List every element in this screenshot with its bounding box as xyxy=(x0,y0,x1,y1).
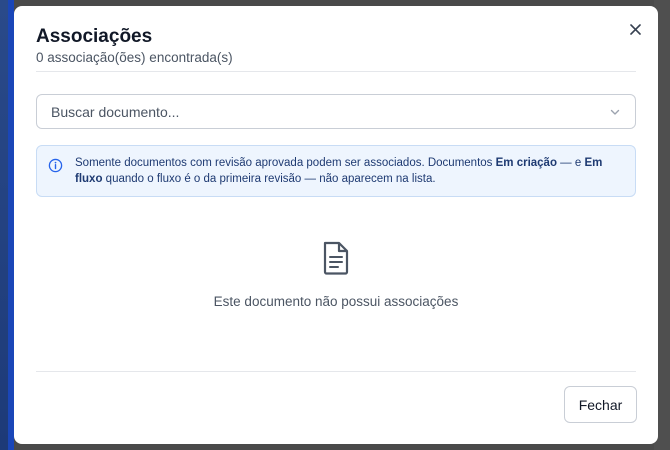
associations-modal: Associações 0 associação(ões) encontrada… xyxy=(14,6,658,444)
empty-state: Este documento não possui associações xyxy=(36,240,636,309)
document-search-select[interactable]: Buscar documento... xyxy=(36,94,636,129)
fechar-button[interactable]: Fechar xyxy=(564,386,637,423)
info-text-part-2: — e xyxy=(556,157,585,169)
close-icon xyxy=(629,23,641,35)
header-divider xyxy=(36,71,636,72)
modal-title: Associações xyxy=(36,26,153,47)
info-text-part-1: Somente documentos com revisão aprovada … xyxy=(75,157,496,169)
info-icon xyxy=(48,158,63,173)
document-icon xyxy=(323,241,349,275)
info-status-em-criacao: Em criação xyxy=(495,157,557,169)
search-placeholder: Buscar documento... xyxy=(51,103,180,120)
modal-header: Associações 0 associação(ões) encontrada… xyxy=(36,25,636,67)
modal-subtitle: 0 associação(ões) encontrada(s) xyxy=(36,50,233,65)
chevron-down-icon xyxy=(610,109,620,115)
background-sidebar xyxy=(0,0,14,450)
info-text-part-3: quando o fluxo é o da primeira revisão —… xyxy=(102,173,436,185)
empty-state-text: Este documento não possui associações xyxy=(213,294,459,309)
footer-divider xyxy=(36,371,636,372)
info-alert: Somente documentos com revisão aprovada … xyxy=(36,145,636,197)
close-button[interactable] xyxy=(626,20,644,38)
